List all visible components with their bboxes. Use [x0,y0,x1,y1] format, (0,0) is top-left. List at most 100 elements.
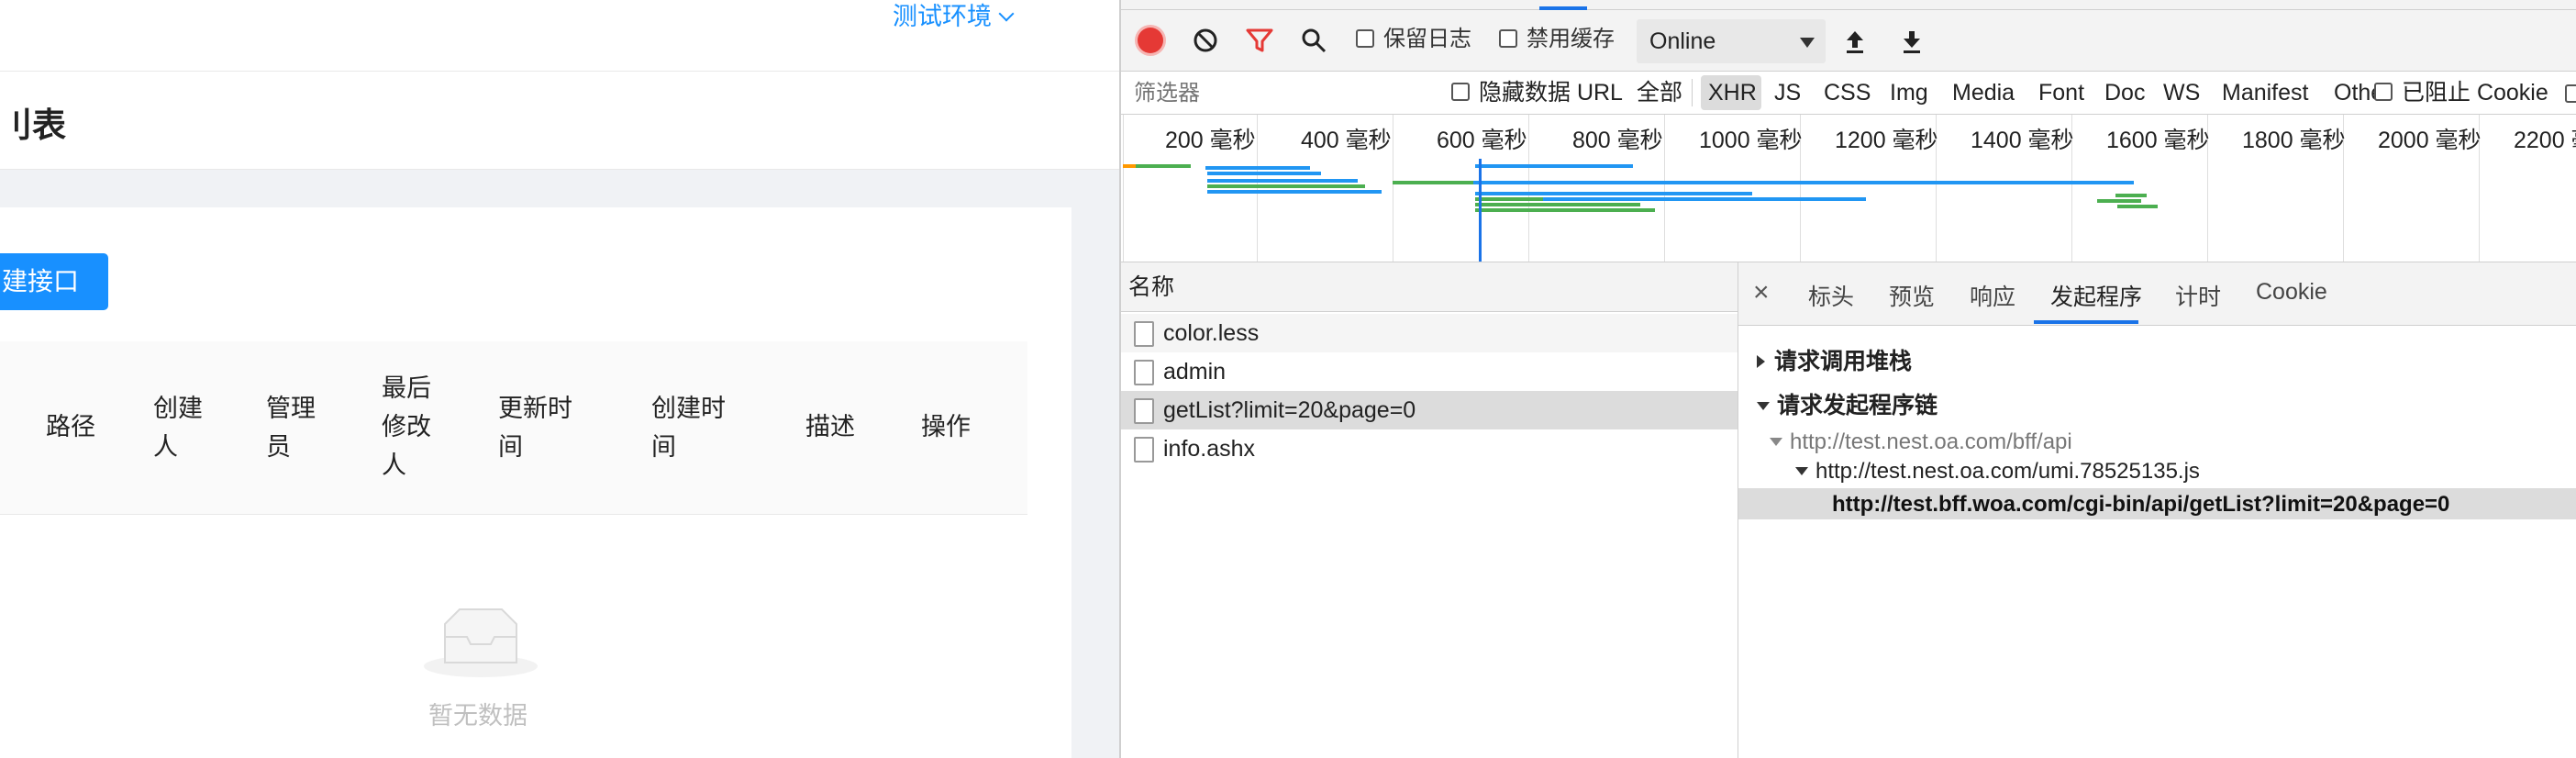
tick-line [1528,115,1529,262]
chevron-down-icon [998,6,1015,22]
column-last-modifier[interactable]: 最后 修改 人 [382,369,431,485]
preserve-log-label: 保留日志 [1383,27,1471,51]
document-icon [1134,437,1154,463]
timeline-bar [1475,164,1633,168]
type-filter-js[interactable]: JS [1774,77,1801,108]
timeline-bar [1205,166,1310,170]
disable-cache-label: 禁用缓存 [1527,27,1615,51]
initiator-url: http://test.nest.oa.com/umi.78525135.js [1815,459,2200,484]
timeline-bar [1475,192,1752,195]
tick-label: 1200 毫秒 [1835,128,1938,153]
clear-icon[interactable] [1193,28,1218,53]
request-row[interactable]: admin [1121,352,1738,391]
timeline-bar [2117,205,2158,208]
tab-timing[interactable]: 计时 [2175,279,2221,312]
hide-data-url-checkbox[interactable]: 隐藏数据 URL [1451,77,1623,108]
type-filter-all[interactable]: 全部 [1637,77,1682,108]
network-overview-timeline[interactable]: 200 毫秒 400 毫秒 600 毫秒 800 毫秒 1000 毫秒 1200… [1121,115,2576,262]
request-name: admin [1163,359,1227,385]
timeline-bar [1136,164,1191,168]
column-updated-time[interactable]: 更新时 间 [498,389,572,466]
throttling-select[interactable]: Online [1637,19,1826,63]
document-icon [1134,321,1154,347]
close-icon[interactable]: × [1753,277,1770,308]
filter-icon[interactable] [1246,28,1273,53]
devtools-tabstrip [1121,0,2576,10]
initiator-entry[interactable]: http://test.nest.oa.com/umi.78525135.js [1795,459,2200,485]
type-filter-doc[interactable]: Doc [2104,77,2145,108]
initiator-chain-title: 请求发起程序链 [1777,393,1938,418]
import-har-icon[interactable] [1844,28,1866,54]
record-icon[interactable] [1138,28,1163,53]
blocked-cookies-label: 已阻止 Cookie [2402,80,2548,106]
request-row-selected[interactable]: getList?limit=20&page=0 [1121,391,1738,429]
timeline-bar [1543,197,1866,201]
content-card: 建接口 路径 创建 人 管理 员 最后 修改 人 更新时 间 创建时 间 描述 … [0,207,1071,758]
timeline-bar [2097,199,2141,203]
collapse-arrow-icon [1757,402,1770,410]
export-har-icon[interactable] [1901,28,1923,54]
devtools-network-panel: 保留日志 禁用缓存 Online 隐藏数据 URL 全部 XHR JS CSS … [1119,0,2576,758]
type-filter-media[interactable]: Media [1952,77,2015,108]
tick-label: 1800 毫秒 [2242,128,2346,153]
filter-bar: 隐藏数据 URL 全部 XHR JS CSS Img Media Font Do… [1121,72,2576,115]
column-admin[interactable]: 管理 员 [266,389,316,466]
column-path[interactable]: 路径 [46,407,95,446]
checkbox-icon[interactable] [2565,84,2576,103]
type-filter-img[interactable]: Img [1890,77,1928,108]
disable-cache-checkbox[interactable]: 禁用缓存 [1499,23,1615,56]
column-creator[interactable]: 创建 人 [153,389,203,466]
blocked-cookies-checkbox[interactable]: 已阻止 Cookie [2374,77,2548,108]
column-actions[interactable]: 操作 [921,407,971,446]
dropdown-arrow-icon [1800,38,1815,48]
column-created-time[interactable]: 创建时 间 [651,389,726,466]
timeline-cursor [1479,159,1482,262]
timeline-bar [2115,194,2147,197]
environment-label: 测试环境 [893,3,992,30]
call-stack-section[interactable]: 请求调用堆栈 [1757,343,1912,376]
tab-headers[interactable]: 标头 [1808,279,1854,312]
call-stack-title: 请求调用堆栈 [1774,349,1913,374]
tab-initiator[interactable]: 发起程序 [2050,279,2142,312]
type-filter-xhr[interactable]: XHR [1708,77,1757,108]
details-tabbar: × 标头 预览 响应 发起程序 计时 Cookie [1738,262,2576,326]
initiator-chain-section[interactable]: 请求发起程序链 [1757,387,1938,420]
expand-arrow-icon [1757,355,1765,368]
timeline-bar [1473,181,2134,184]
web-app: 测试环境 刂表 建接口 路径 创建 人 管理 员 最后 修改 人 更新时 间 创… [0,0,1119,758]
type-filter-manifest[interactable]: Manifest [2222,77,2308,108]
tick-label: 2200 毫秒 [2514,128,2576,153]
filter-input[interactable] [1132,76,1411,111]
timeline-bar [1393,181,1473,184]
type-filter-ws[interactable]: WS [2163,77,2200,108]
type-filter-font[interactable]: Font [2038,77,2084,108]
divider [1692,79,1693,106]
document-icon [1134,360,1154,385]
preserve-log-checkbox[interactable]: 保留日志 [1356,23,1471,56]
type-filter-css[interactable]: CSS [1824,77,1871,108]
column-description[interactable]: 描述 [805,407,855,446]
throttling-value: Online [1649,28,1716,54]
tree-arrow-icon [1770,438,1782,446]
hide-data-url-label: 隐藏数据 URL [1479,80,1623,106]
create-api-button[interactable]: 建接口 [0,253,108,310]
search-icon[interactable] [1301,28,1327,53]
checkbox-icon [2374,83,2393,102]
page-header: 刂表 [0,72,1119,170]
tick-label: 1000 毫秒 [1699,128,1803,153]
name-column-header[interactable]: 名称 [1121,262,1738,312]
checkbox-icon [1499,28,1517,48]
empty-inbox-icon [424,608,538,677]
document-icon [1134,398,1154,424]
tick-label: 2000 毫秒 [2378,128,2482,153]
tick-line [1123,115,1124,262]
request-row[interactable]: color.less [1121,314,1738,352]
tab-response[interactable]: 响应 [1970,279,2015,312]
initiator-entry-current[interactable]: http://test.bff.woa.com/cgi-bin/api/getL… [1832,492,2449,518]
initiator-entry[interactable]: http://test.nest.oa.com/bff/api [1770,429,2072,455]
tab-cookies[interactable]: Cookie [2256,279,2327,306]
tab-preview[interactable]: 预览 [1889,279,1935,312]
request-row[interactable]: info.ashx [1121,429,1738,468]
environment-switch[interactable]: 测试环境 [893,0,1015,32]
timeline-bar [1475,208,1655,212]
